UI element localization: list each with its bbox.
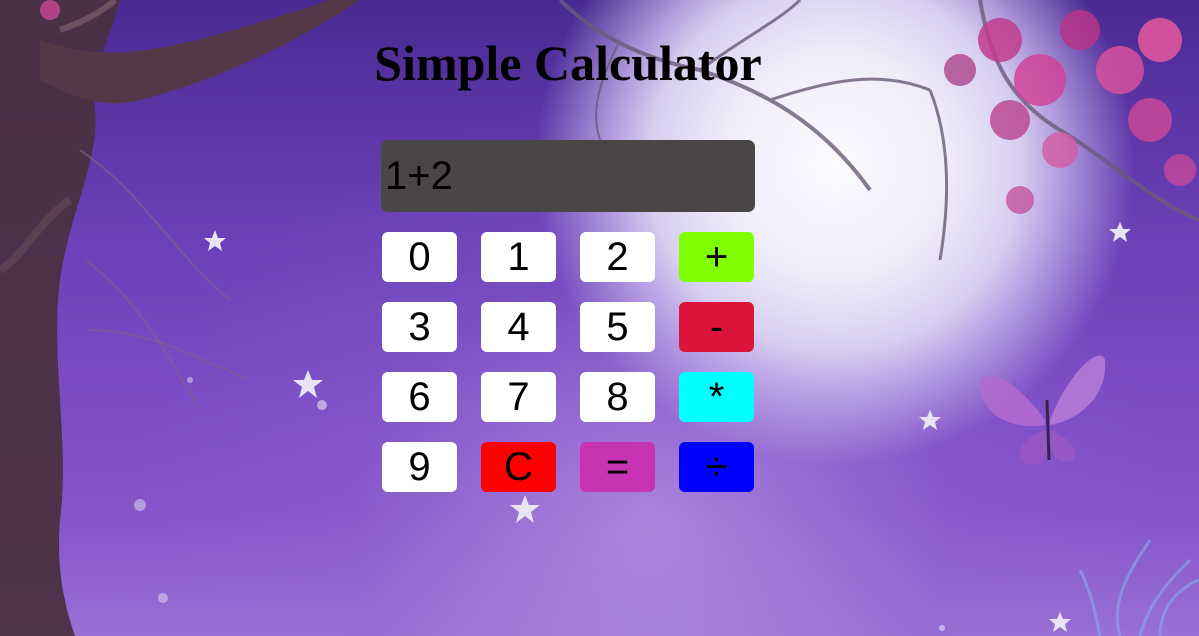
key-2[interactable]: 2	[580, 232, 655, 282]
key-divide[interactable]: ÷	[679, 442, 754, 492]
key-4[interactable]: 4	[481, 302, 556, 352]
page-title: Simple Calculator	[374, 35, 762, 91]
key-7[interactable]: 7	[481, 372, 556, 422]
calculator-keypad: 0 1 2 + 3 4 5 - 6 7 8 * 9 C = ÷	[382, 232, 755, 492]
key-multiply[interactable]: *	[679, 372, 754, 422]
key-9[interactable]: 9	[382, 442, 457, 492]
key-3[interactable]: 3	[382, 302, 457, 352]
key-plus[interactable]: +	[679, 232, 754, 282]
key-0[interactable]: 0	[382, 232, 457, 282]
key-clear[interactable]: C	[481, 442, 556, 492]
key-1[interactable]: 1	[481, 232, 556, 282]
foliage-icon	[1078, 539, 1199, 636]
key-8[interactable]: 8	[580, 372, 655, 422]
key-5[interactable]: 5	[580, 302, 655, 352]
calculator-display: 1+2	[381, 140, 755, 212]
key-6[interactable]: 6	[382, 372, 457, 422]
key-minus[interactable]: -	[679, 302, 754, 352]
key-equals[interactable]: =	[580, 442, 655, 492]
butterfly-icon	[979, 355, 1106, 465]
